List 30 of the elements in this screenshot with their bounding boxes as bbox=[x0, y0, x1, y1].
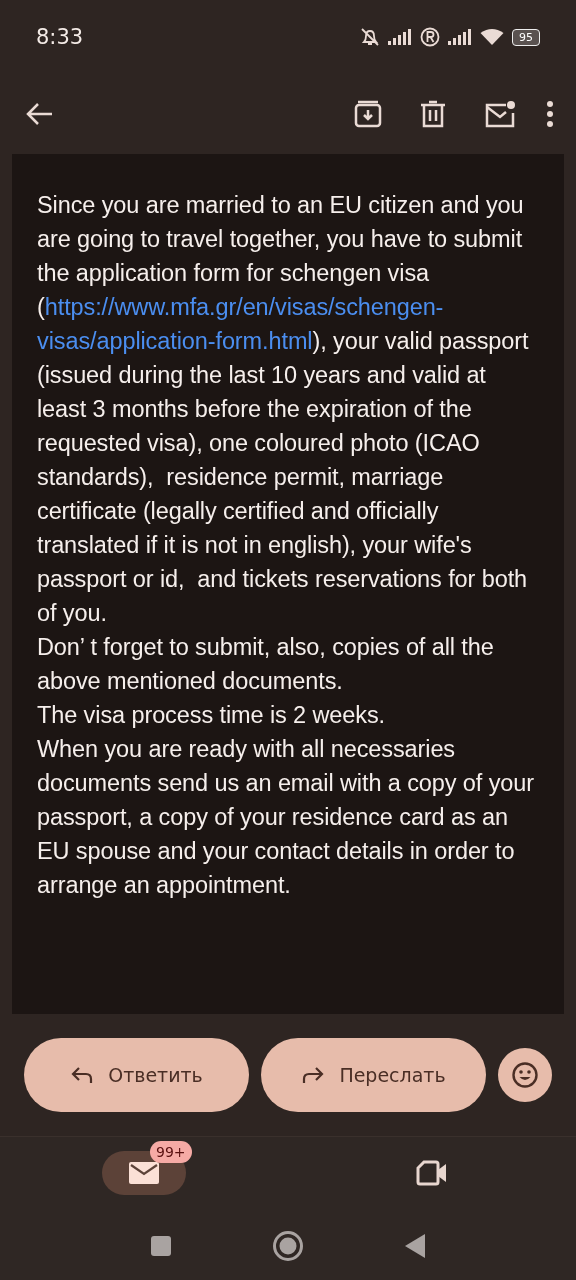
more-options-icon[interactable] bbox=[546, 100, 554, 128]
clock: 8:33 bbox=[36, 25, 84, 49]
recents-icon[interactable] bbox=[150, 1235, 172, 1257]
message-paragraph: Since you are married to an EU citizen and you are going to travel together, you have to submit the application form for schengen visa (https://www.mfa.gr/en/visas/schengen- visas/application-form.html), your valid passport (issued during the last 10 years and valid at least 3 months before the expiration of the requested visa), one coloured photo (ICAO standards), residence permit, marriage certificate (legally certified and officially translated if it is not in english), your wife's passport or id, and tickets reservations for both of you. bbox=[37, 191, 530, 628]
link[interactable]: https://www.mfa.gr/en/visas/schengen- bbox=[44, 294, 444, 320]
signal-icon bbox=[448, 28, 472, 46]
archive-icon[interactable] bbox=[354, 100, 382, 128]
message-paragraph: Don’ t forget to submit, also, copies of all the above mentioned documents. bbox=[37, 633, 495, 696]
roaming-icon bbox=[420, 27, 440, 47]
forward-icon bbox=[301, 1065, 326, 1085]
message-paragraph: When you are ready with all necessaries documents send us an email with a copy of your passport, a copy of your residence card as an EU spouse and your contact details in order to arrange an appointment. bbox=[37, 735, 535, 900]
reply-button[interactable]: Ответить bbox=[24, 1038, 249, 1112]
back-icon[interactable] bbox=[404, 1233, 426, 1259]
forward-button[interactable]: Переслать bbox=[261, 1038, 486, 1112]
signal-icon bbox=[388, 28, 412, 46]
video-camera-icon bbox=[416, 1160, 448, 1186]
mail-icon bbox=[128, 1161, 160, 1185]
mark-unread-icon[interactable] bbox=[484, 100, 516, 128]
back-arrow-icon[interactable] bbox=[26, 102, 54, 126]
unread-count-badge: 99+ bbox=[150, 1141, 192, 1163]
muted-bell-icon bbox=[360, 27, 380, 47]
reply-icon bbox=[70, 1065, 95, 1085]
link[interactable]: visas/application-form.html bbox=[37, 328, 313, 354]
message-paragraph: The visa process time is 2 weeks. bbox=[37, 701, 387, 730]
emoji-reaction-button[interactable] bbox=[498, 1048, 552, 1102]
wifi-icon bbox=[480, 28, 504, 46]
battery-indicator: 95 bbox=[512, 28, 540, 46]
smiley-icon bbox=[511, 1061, 539, 1089]
home-icon[interactable] bbox=[272, 1230, 304, 1262]
trash-icon[interactable] bbox=[420, 100, 446, 128]
